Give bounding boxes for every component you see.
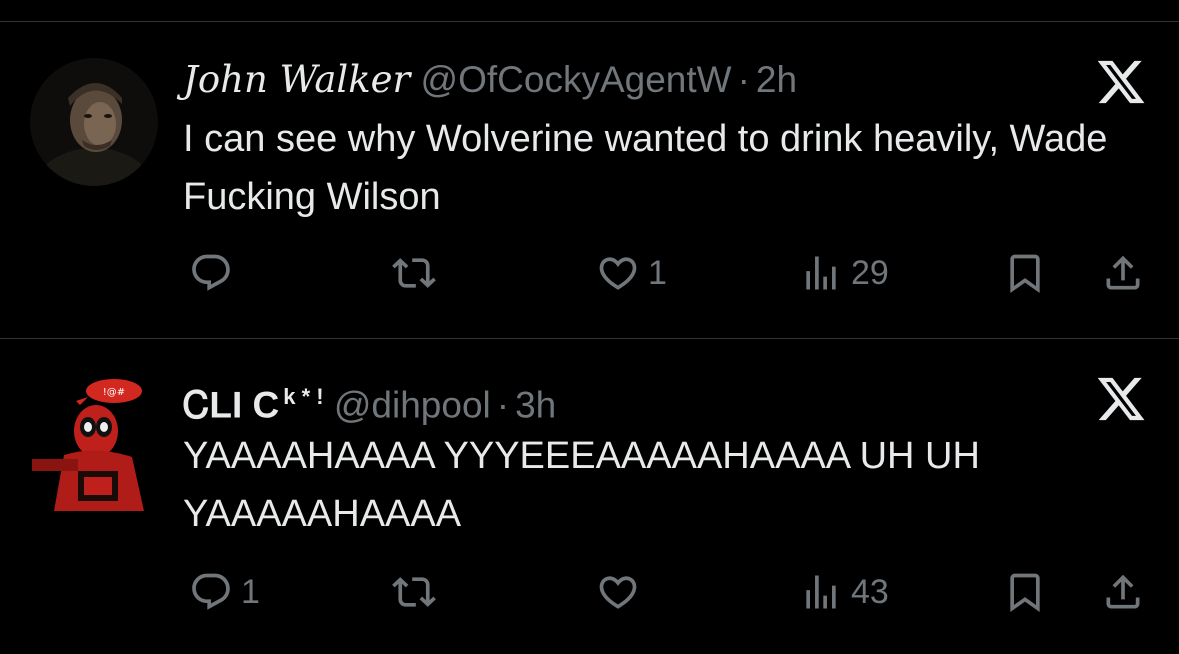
- reply-button[interactable]: 1: [189, 567, 260, 617]
- avatar[interactable]: [30, 58, 158, 186]
- bookmark-button[interactable]: [1003, 248, 1047, 298]
- display-name-superscript: k * !: [283, 384, 324, 409]
- share-icon: [1101, 570, 1145, 614]
- reply-button[interactable]: [189, 248, 241, 298]
- tweet-card[interactable]: !@# ᏟLI Ck * ! @dihpool · 3h YAAAAHAAAA YY…: [0, 339, 1179, 654]
- repost-button[interactable]: [392, 567, 436, 617]
- user-handle[interactable]: @OfCockyAgentW: [421, 59, 732, 100]
- views-chart-icon: [799, 251, 843, 295]
- action-bar: 1 29: [0, 248, 1179, 298]
- bookmark-icon: [1003, 251, 1047, 295]
- tweet-text: I can see why Wolverine wanted to drink …: [183, 118, 1108, 218]
- man-portrait-avatar: [30, 58, 158, 186]
- separator-dot: ·: [496, 384, 510, 426]
- avatar[interactable]: !@#: [24, 375, 160, 511]
- share-button[interactable]: [1101, 567, 1145, 617]
- share-icon: [1101, 251, 1145, 295]
- view-count: 29: [851, 253, 889, 292]
- deadpool-avatar: !@#: [24, 375, 160, 511]
- heart-icon: [596, 251, 640, 295]
- action-bar: 1 43: [0, 567, 1179, 617]
- reply-count: 1: [241, 572, 260, 611]
- like-count: 1: [648, 253, 667, 292]
- user-handle[interactable]: @dihpool: [334, 384, 491, 425]
- views-button[interactable]: 43: [799, 567, 889, 617]
- separator-dot: ·: [737, 59, 750, 100]
- view-count: 43: [851, 572, 889, 611]
- views-button[interactable]: 29: [799, 248, 889, 298]
- svg-text:!@#: !@#: [103, 387, 125, 398]
- display-name[interactable]: ᏟLI C: [183, 384, 279, 425]
- like-button[interactable]: 1: [596, 248, 667, 298]
- views-chart-icon: [799, 570, 843, 614]
- bookmark-button[interactable]: [1003, 567, 1047, 617]
- reply-icon: [189, 570, 233, 614]
- tweet-header: ᏟLI Ck * ! @dihpool · 3h: [183, 375, 556, 427]
- tweet-text: YAAAAHAAAA YYYEEEAAAAAHAAAA UH UH YAAAAA…: [183, 435, 980, 535]
- timestamp[interactable]: 3h: [515, 384, 556, 425]
- display-name[interactable]: John Walker: [183, 58, 410, 101]
- bookmark-icon: [1003, 570, 1047, 614]
- reply-icon: [189, 251, 233, 295]
- repost-button[interactable]: [392, 248, 436, 298]
- share-button[interactable]: [1101, 248, 1145, 298]
- tweet-header: John Walker @OfCockyAgentW · 2h: [183, 58, 797, 102]
- repost-icon: [392, 570, 436, 614]
- repost-icon: [392, 251, 436, 295]
- x-logo-icon: [1095, 373, 1147, 425]
- x-logo-icon: [1095, 56, 1147, 108]
- heart-icon: [596, 570, 640, 614]
- like-button[interactable]: [596, 567, 648, 617]
- timestamp[interactable]: 2h: [756, 59, 797, 100]
- tweet-card[interactable]: John Walker @OfCockyAgentW · 2h I can see …: [0, 0, 1179, 338]
